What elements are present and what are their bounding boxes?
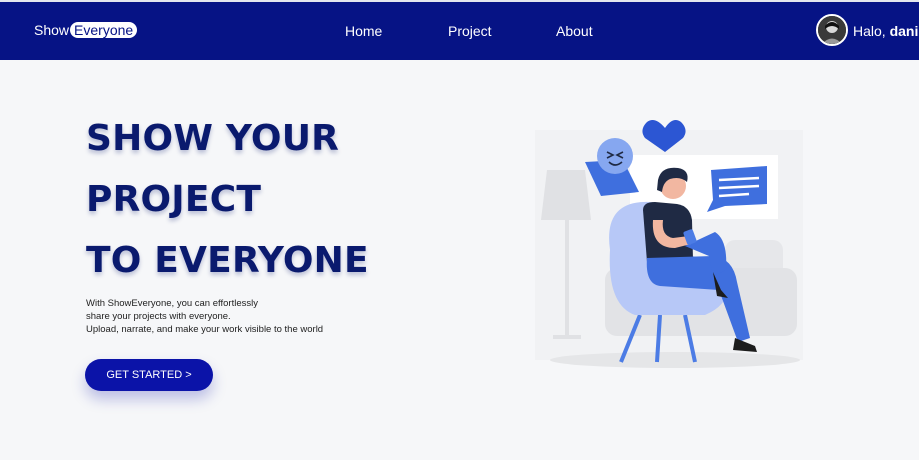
hero-title-line-1: SHOW YOUR [86,118,340,159]
brand-text-everyone: Everyone [70,22,138,38]
navbar: Show Everyone Home Project About Halo, d… [0,0,919,60]
hero-title-line-3: TO EVERYONE [86,240,369,281]
greeting-text: Halo, [853,23,886,39]
get-started-button[interactable]: GET STARTED > [85,359,213,391]
nav-about[interactable]: About [556,23,593,39]
hero-description-line-3: Upload, narrate, and make your work visi… [86,324,324,335]
nav-project[interactable]: Project [448,23,492,39]
laughing-emoji-icon [597,138,633,174]
user-greeting: Halo, dani [853,23,918,39]
floor-shadow [550,352,800,368]
lamp-pole [565,220,569,335]
hero-title-line-2: PROJECT [86,179,262,220]
nav-home[interactable]: Home [345,23,382,39]
lamp-shade-icon [541,170,591,220]
hero-description-line-2: share your projects with everyone. [86,311,231,322]
lamp-base [553,335,581,339]
hero-title: SHOW YOUR PROJECT TO EVERYONE [86,108,369,291]
brand-logo[interactable]: Show Everyone [34,22,138,38]
user-avatar[interactable] [816,14,848,46]
brand-text-show: Show [34,22,70,38]
user-name: dani [889,23,919,39]
hero-illustration [535,120,803,368]
hero-description-line-1: With ShowEveryone, you can effortlessly [86,298,258,309]
user-avatar-image [818,16,846,44]
hero-description: With ShowEveryone, you can effortlessly … [86,297,323,336]
